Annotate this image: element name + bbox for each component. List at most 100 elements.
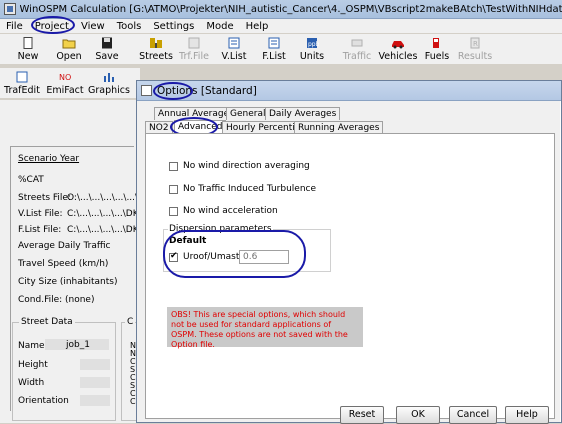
menu-view[interactable]: View [81, 21, 105, 32]
city-size-label: City Size (inhabitants) [18, 277, 117, 287]
menu-mode[interactable]: Mode [206, 21, 233, 32]
street-name-value: job_1 [66, 340, 90, 350]
secondary-toolbar: TrafEdit NO EmiFact Graphics [0, 68, 140, 98]
fuels-button[interactable]: Fuels [422, 34, 452, 64]
traffic-button[interactable]: Traffic [340, 34, 374, 64]
graphics-button[interactable]: Graphics [90, 68, 128, 98]
units-button[interactable]: ppb Units [296, 34, 328, 64]
emifact-label: EmiFact [46, 85, 83, 96]
dialog-icon [141, 85, 152, 96]
menu-settings[interactable]: Settings [153, 21, 194, 32]
default-label: Default [169, 236, 206, 246]
vlist-file-value: C:\...\...\...\...\DK\ [67, 209, 142, 219]
no-wind-direction-averaging-checkbox[interactable] [169, 162, 178, 171]
menu-tools[interactable]: Tools [117, 21, 142, 32]
flist-file-value: C:\...\...\...\...\DK\ [67, 225, 142, 235]
traffic-icon [350, 37, 364, 49]
results-button[interactable]: R Results [458, 34, 492, 64]
window-title: WinOSPM Calculation [G:\ATMO\Projekter\N… [20, 4, 562, 15]
emifact-icon: NO [58, 71, 72, 83]
no-wind-direction-averaging-option[interactable]: No wind direction averaging [169, 161, 310, 171]
no-wind-acceleration-option[interactable]: No wind acceleration [169, 206, 278, 216]
tab-advanced[interactable]: Advanced [174, 120, 226, 134]
uroof-umast-input[interactable]: 0.6 [239, 250, 289, 264]
svg-text:ppb: ppb [308, 41, 319, 48]
emifact-button[interactable]: NO EmiFact [46, 68, 84, 98]
width-label: Width [18, 378, 44, 388]
dialog-body: Annual Averages General Daily Averages N… [141, 101, 557, 418]
cat-label: %CAT [18, 175, 44, 185]
no-traffic-turbulence-label: No Traffic Induced Turbulence [183, 184, 316, 194]
no-traffic-turbulence-checkbox[interactable] [169, 185, 178, 194]
units-label: Units [300, 51, 324, 62]
dispersion-parameters-title: Dispersion parameters [168, 224, 273, 234]
vlist-label: V.List [222, 51, 247, 62]
svg-text:R: R [473, 40, 478, 48]
options-dialog: Options [Standard] Annual Averages Gener… [136, 80, 562, 423]
trf-file-label: Trf.File [179, 51, 209, 62]
main-title-bar: WinOSPM Calculation [G:\ATMO\Projekter\N… [0, 0, 562, 19]
save-disk-icon [100, 37, 114, 49]
no-wind-acceleration-label: No wind acceleration [183, 206, 278, 216]
save-label: Save [95, 51, 118, 62]
uroof-umast-option[interactable]: Uroof/Umast [169, 252, 239, 262]
units-icon: ppb [305, 37, 319, 49]
advanced-tab-panel: No wind direction averaging No Traffic I… [145, 133, 555, 419]
vehicles-button[interactable]: Vehicles [380, 34, 416, 64]
ok-button[interactable]: OK [396, 406, 440, 424]
vehicles-label: Vehicles [379, 51, 418, 62]
streets-file-label: Streets File: [18, 193, 71, 203]
save-button[interactable]: Save [92, 34, 122, 64]
flist-file-label: F.List File: [18, 225, 61, 235]
special-options-warning: OBS! This are special options, which sho… [167, 307, 363, 347]
no-traffic-turbulence-option[interactable]: No Traffic Induced Turbulence [169, 184, 316, 194]
open-button[interactable]: Open [54, 34, 84, 64]
width-field[interactable] [80, 377, 110, 388]
new-button[interactable]: New [14, 34, 42, 64]
menu-project[interactable]: Project [35, 21, 69, 32]
trf-file-button[interactable]: Trf.File [178, 34, 210, 64]
results-label: Results [458, 51, 492, 62]
avg-daily-traffic-label: Average Daily Traffic [18, 241, 111, 251]
no-wind-direction-averaging-label: No wind direction averaging [183, 161, 310, 171]
tab-general[interactable]: General [226, 107, 269, 120]
traffic-label: Traffic [343, 51, 372, 62]
trafedit-button[interactable]: TrafEdit [4, 68, 40, 98]
open-label: Open [56, 51, 81, 62]
orientation-field[interactable] [80, 395, 110, 406]
height-field[interactable] [80, 359, 110, 370]
second-group-title: C [125, 317, 135, 327]
fuels-label: Fuels [425, 51, 449, 62]
svg-text:NO: NO [59, 73, 71, 82]
height-label: Height [18, 360, 48, 370]
results-icon: R [468, 37, 482, 49]
vlist-file-label: V.List File: [18, 209, 63, 219]
menu-file[interactable]: File [6, 21, 23, 32]
uroof-umast-checkbox[interactable] [169, 253, 178, 262]
no-wind-acceleration-checkbox[interactable] [169, 207, 178, 216]
dispersion-parameters-group: Dispersion parameters Default Uroof/Umas… [163, 229, 331, 272]
vlist-button[interactable]: V.List [218, 34, 250, 64]
trafedit-label: TrafEdit [4, 85, 40, 96]
cancel-button[interactable]: Cancel [449, 406, 497, 424]
scenario-year-label: Scenario Year [18, 154, 79, 164]
vlist-icon [227, 37, 241, 49]
uroof-umast-label: Uroof/Umast [183, 252, 239, 262]
streets-icon [149, 37, 163, 49]
dialog-title: Options [Standard] [157, 85, 257, 97]
new-label: New [18, 51, 39, 62]
reset-button[interactable]: Reset [340, 406, 384, 424]
graphics-chart-icon [102, 71, 116, 83]
street-data-group: Street Data [12, 322, 116, 421]
tab-daily-averages[interactable]: Daily Averages [265, 107, 340, 120]
flist-button[interactable]: F.List [258, 34, 290, 64]
menu-help[interactable]: Help [246, 21, 269, 32]
help-button[interactable]: Help [505, 406, 549, 424]
app-icon [4, 3, 16, 15]
graphics-label: Graphics [88, 85, 130, 96]
street-data-title: Street Data [19, 317, 75, 327]
streets-button[interactable]: Streets [140, 34, 172, 64]
fuels-pump-icon [430, 37, 444, 49]
streets-file-value: O:\...\...\...\...\...\ [67, 193, 138, 203]
streets-label: Streets [139, 51, 173, 62]
